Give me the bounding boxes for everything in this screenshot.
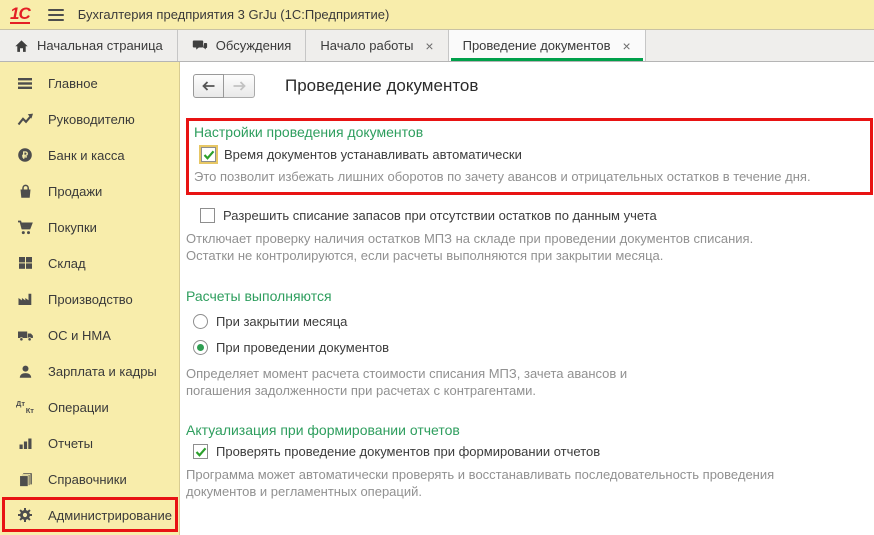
sidebar-item-label: Склад <box>48 255 86 271</box>
radio-row-month-end[interactable]: При закрытии месяца <box>193 314 873 329</box>
sidebar-item-production[interactable]: Производство <box>0 281 179 317</box>
title-bar: 1С Бухгалтерия предприятия 3 GrJu (1С:Пр… <box>0 0 874 30</box>
posting-settings-heading: Настройки проведения документов <box>194 124 424 140</box>
stock-writeoff-block: Разрешить списание запасов при отсутстви… <box>186 208 873 264</box>
ruble-circle-icon: ₽ <box>15 147 35 163</box>
calculations-heading: Расчеты выполняются <box>186 288 332 304</box>
tab-discussions[interactable]: Обсуждения <box>178 30 307 61</box>
tab-getting-started[interactable]: Начало работы × <box>306 30 449 61</box>
tab-home-page[interactable]: Начальная страница <box>0 30 178 61</box>
close-icon[interactable]: × <box>623 39 631 53</box>
home-icon <box>14 39 29 53</box>
books-icon <box>15 472 35 487</box>
sidebar-item-fixed-assets[interactable]: ОС и НМА <box>0 317 179 353</box>
auto-time-hint: Это позволит избежать лишних оборотов по… <box>194 169 811 184</box>
sidebar-item-main[interactable]: Главное <box>0 65 179 101</box>
checkbox-label: Время документов устанавливать автоматич… <box>224 147 522 162</box>
sidebar-item-label: Производство <box>48 291 133 307</box>
tab-label: Проведение документов <box>462 38 611 53</box>
sidebar-item-label: Руководителю <box>48 111 135 127</box>
sidebar-item-label: Главное <box>48 75 98 91</box>
truck-icon <box>15 328 35 342</box>
chat-icon <box>192 39 208 53</box>
svg-text:₽: ₽ <box>22 150 29 161</box>
sidebar-item-label: Отчеты <box>48 435 93 451</box>
sidebar-item-label: Банк и касса <box>48 147 125 163</box>
sidebar-item-bank-cash[interactable]: ₽ Банк и касса <box>0 137 179 173</box>
forward-button[interactable] <box>224 74 255 98</box>
main-content: Проведение документов Настройки проведен… <box>180 62 874 535</box>
close-icon[interactable]: × <box>425 39 433 53</box>
grid-icon <box>15 256 35 270</box>
checkbox-row-stock-writeoff[interactable]: Разрешить списание запасов при отсутстви… <box>200 208 873 223</box>
radio-row-on-posting[interactable]: При проведении документов <box>193 340 873 355</box>
calculations-hint: Определяет момент расчета стоимости спис… <box>186 366 628 398</box>
actualization-hint: Программа может автоматически проверять … <box>186 467 775 499</box>
gear-icon <box>15 507 35 523</box>
tab-label: Начальная страница <box>37 38 163 53</box>
trend-up-icon <box>15 112 35 126</box>
cart-icon <box>15 220 35 235</box>
main-menu-icon[interactable] <box>47 8 64 21</box>
sidebar-item-label: Справочники <box>48 471 127 487</box>
sidebar-item-operations[interactable]: Дт Кт Операции <box>0 389 179 425</box>
tab-document-posting[interactable]: Проведение документов × <box>448 30 646 61</box>
back-button[interactable] <box>193 74 224 98</box>
checkbox-label: Разрешить списание запасов при отсутстви… <box>223 208 657 223</box>
checkbox-row-auto-time[interactable]: Время документов устанавливать автоматич… <box>201 147 864 162</box>
actualization-block: Актуализация при формировании отчетов Пр… <box>186 422 873 500</box>
sidebar-item-manager[interactable]: Руководителю <box>0 101 179 137</box>
radio-on-posting[interactable] <box>193 340 208 355</box>
checkbox-stock-writeoff[interactable] <box>200 208 215 223</box>
tab-label: Обсуждения <box>215 38 292 53</box>
actualization-heading: Актуализация при формировании отчетов <box>186 422 460 438</box>
radio-label: При проведении документов <box>216 340 390 355</box>
stock-writeoff-hint: Отключает проверку наличия остатков МПЗ … <box>186 231 754 263</box>
factory-icon <box>15 292 35 306</box>
debit-credit-icon: Дт Кт <box>16 399 34 415</box>
tab-bar: Начальная страница Обсуждения Начало раб… <box>0 30 874 62</box>
sidebar: Главное Руководителю ₽ Банк и касса Прод… <box>0 62 180 535</box>
checkbox-label: Проверять проведение документов при форм… <box>216 444 601 459</box>
sidebar-item-reports[interactable]: Отчеты <box>0 425 179 461</box>
sidebar-item-label: ОС и НМА <box>48 327 111 343</box>
tab-label: Начало работы <box>320 38 414 53</box>
app-window: { "window": { "logo": "1С", "app_title":… <box>0 0 874 535</box>
sidebar-item-sales[interactable]: Продажи <box>0 173 179 209</box>
sidebar-item-label: Операции <box>48 399 109 415</box>
radio-month-end[interactable] <box>193 314 208 329</box>
bag-icon <box>15 184 35 199</box>
1c-logo-icon: 1С <box>10 3 31 25</box>
checkbox-check-posting[interactable] <box>193 444 208 459</box>
sidebar-item-purchases[interactable]: Покупки <box>0 209 179 245</box>
sidebar-item-administration[interactable]: Администрирование <box>0 497 179 533</box>
page-header: Проведение документов <box>186 74 873 98</box>
page-title: Проведение документов <box>285 76 479 95</box>
sidebar-item-label: Продажи <box>48 183 103 199</box>
menu-icon <box>15 77 35 90</box>
sidebar-item-label: Зарплата и кадры <box>48 363 157 379</box>
app-title: Бухгалтерия предприятия 3 GrJu (1С:Предп… <box>77 7 390 22</box>
bar-chart-icon <box>15 436 35 450</box>
sidebar-item-salary-hr[interactable]: Зарплата и кадры <box>0 353 179 389</box>
sidebar-item-directories[interactable]: Справочники <box>0 461 179 497</box>
sidebar-item-label: Покупки <box>48 219 97 235</box>
sidebar-item-label: Администрирование <box>48 507 172 523</box>
posting-settings-section: Настройки проведения документов Время до… <box>186 118 873 195</box>
person-icon <box>15 364 35 379</box>
calculations-block: Расчеты выполняются При закрытии месяца … <box>186 288 873 399</box>
checkbox-auto-time[interactable] <box>201 147 216 162</box>
checkbox-row-check-posting[interactable]: Проверять проведение документов при форм… <box>193 444 873 459</box>
radio-label: При закрытии месяца <box>216 314 348 329</box>
sidebar-item-warehouse[interactable]: Склад <box>0 245 179 281</box>
